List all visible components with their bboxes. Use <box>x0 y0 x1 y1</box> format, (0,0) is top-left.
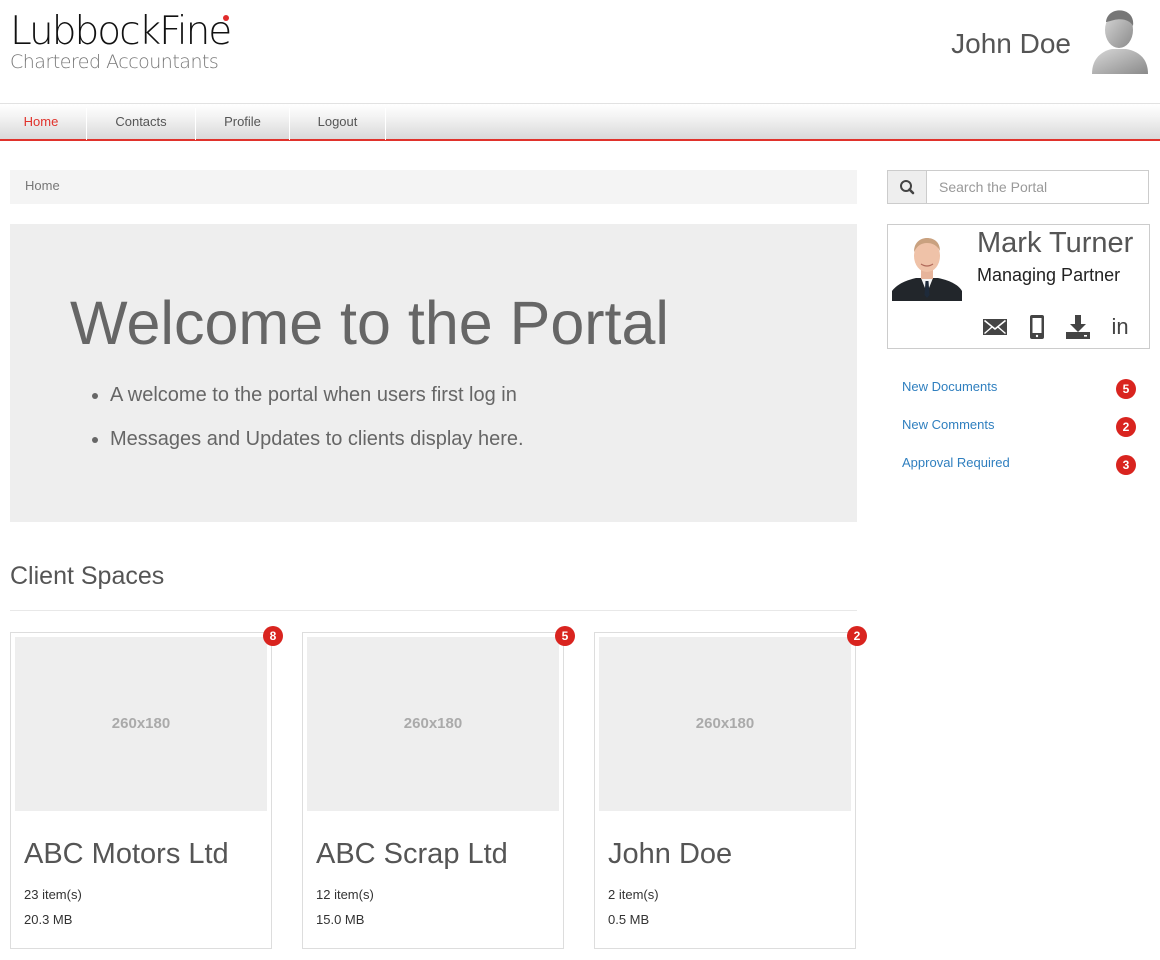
nav-divider <box>289 108 290 140</box>
card-item-count: 23 item(s) <box>24 887 82 902</box>
card-thumbnail[interactable]: 260x180 <box>307 637 559 811</box>
contact-name: Mark Turner <box>977 227 1134 259</box>
welcome-list: A welcome to the portal when users first… <box>110 384 524 472</box>
client-space-card[interactable]: 260x180 John Doe 2 item(s) 0.5 MB 2 <box>594 626 867 949</box>
notification-count-badge: 5 <box>1116 379 1136 399</box>
card-notification-badge: 5 <box>555 626 575 646</box>
user-silhouette-icon[interactable] <box>1088 8 1150 76</box>
search-icon <box>900 180 915 195</box>
breadcrumb: Home <box>10 170 857 204</box>
welcome-list-item: Messages and Updates to clients display … <box>110 428 524 451</box>
portal-search <box>887 170 1149 204</box>
nav-item-contacts[interactable]: Contacts <box>88 104 194 140</box>
client-space-card[interactable]: 260x180 ABC Scrap Ltd 12 item(s) 15.0 MB… <box>302 626 575 949</box>
search-button[interactable] <box>888 171 927 203</box>
notification-count-badge: 3 <box>1116 455 1136 475</box>
nav-divider <box>195 108 196 140</box>
section-divider <box>10 610 857 611</box>
card-notification-badge: 2 <box>847 626 867 646</box>
card-title[interactable]: ABC Scrap Ltd <box>316 838 508 871</box>
welcome-panel: Welcome to the Portal A welcome to the p… <box>10 224 857 522</box>
main-nav: Home Contacts Profile Logout <box>0 103 1160 141</box>
card-item-count: 2 item(s) <box>608 887 659 902</box>
notification-item: Approval Required 3 <box>902 453 1136 477</box>
brand-tagline: Chartered Accountants <box>10 51 219 73</box>
brand-logo-dot <box>223 15 229 21</box>
user-name: John Doe <box>951 28 1071 59</box>
header: LubbockFine Chartered Accountants John D… <box>0 0 1160 103</box>
notification-item: New Documents 5 <box>902 377 1136 401</box>
account-manager-card: Mark Turner Managing Partner in <box>887 224 1150 349</box>
card-size: 15.0 MB <box>316 912 365 927</box>
notification-link-new-documents[interactable]: New Documents <box>902 377 997 397</box>
card-size: 20.3 MB <box>24 912 73 927</box>
notification-count-badge: 2 <box>1116 417 1136 437</box>
client-spaces-title: Client Spaces <box>10 562 165 590</box>
card-thumbnail[interactable]: 260x180 <box>15 637 267 811</box>
breadcrumb-home[interactable]: Home <box>25 178 60 193</box>
notification-item: New Comments 2 <box>902 415 1136 439</box>
card-size: 0.5 MB <box>608 912 650 927</box>
card-thumbnail[interactable]: 260x180 <box>599 637 851 811</box>
brand-name: LubbockFine <box>10 9 232 54</box>
contact-photo <box>892 233 962 301</box>
nav-item-logout[interactable]: Logout <box>291 104 384 140</box>
nav-divider <box>86 108 87 140</box>
brand-logo[interactable]: LubbockFine Chartered Accountants <box>10 9 232 73</box>
client-space-card[interactable]: 260x180 ABC Motors Ltd 23 item(s) 20.3 M… <box>10 626 283 949</box>
card-item-count: 12 item(s) <box>316 887 374 902</box>
download-icon[interactable] <box>1064 313 1092 341</box>
notification-link-new-comments[interactable]: New Comments <box>902 415 994 435</box>
welcome-title: Welcome to the Portal <box>70 289 669 357</box>
nav-item-home[interactable]: Home <box>10 104 72 140</box>
nav-item-profile[interactable]: Profile <box>197 104 288 140</box>
mobile-phone-icon[interactable] <box>1023 313 1051 341</box>
contact-role: Managing Partner <box>977 265 1121 285</box>
card-title[interactable]: John Doe <box>608 838 732 871</box>
nav-divider <box>385 108 386 140</box>
linkedin-icon[interactable]: in <box>1106 313 1134 341</box>
search-input[interactable] <box>928 171 1148 203</box>
card-notification-badge: 8 <box>263 626 283 646</box>
notification-link-approval-required[interactable]: Approval Required <box>902 453 1010 473</box>
card-title[interactable]: ABC Motors Ltd <box>24 838 229 871</box>
email-icon[interactable] <box>981 313 1009 341</box>
welcome-list-item: A welcome to the portal when users first… <box>110 384 524 407</box>
